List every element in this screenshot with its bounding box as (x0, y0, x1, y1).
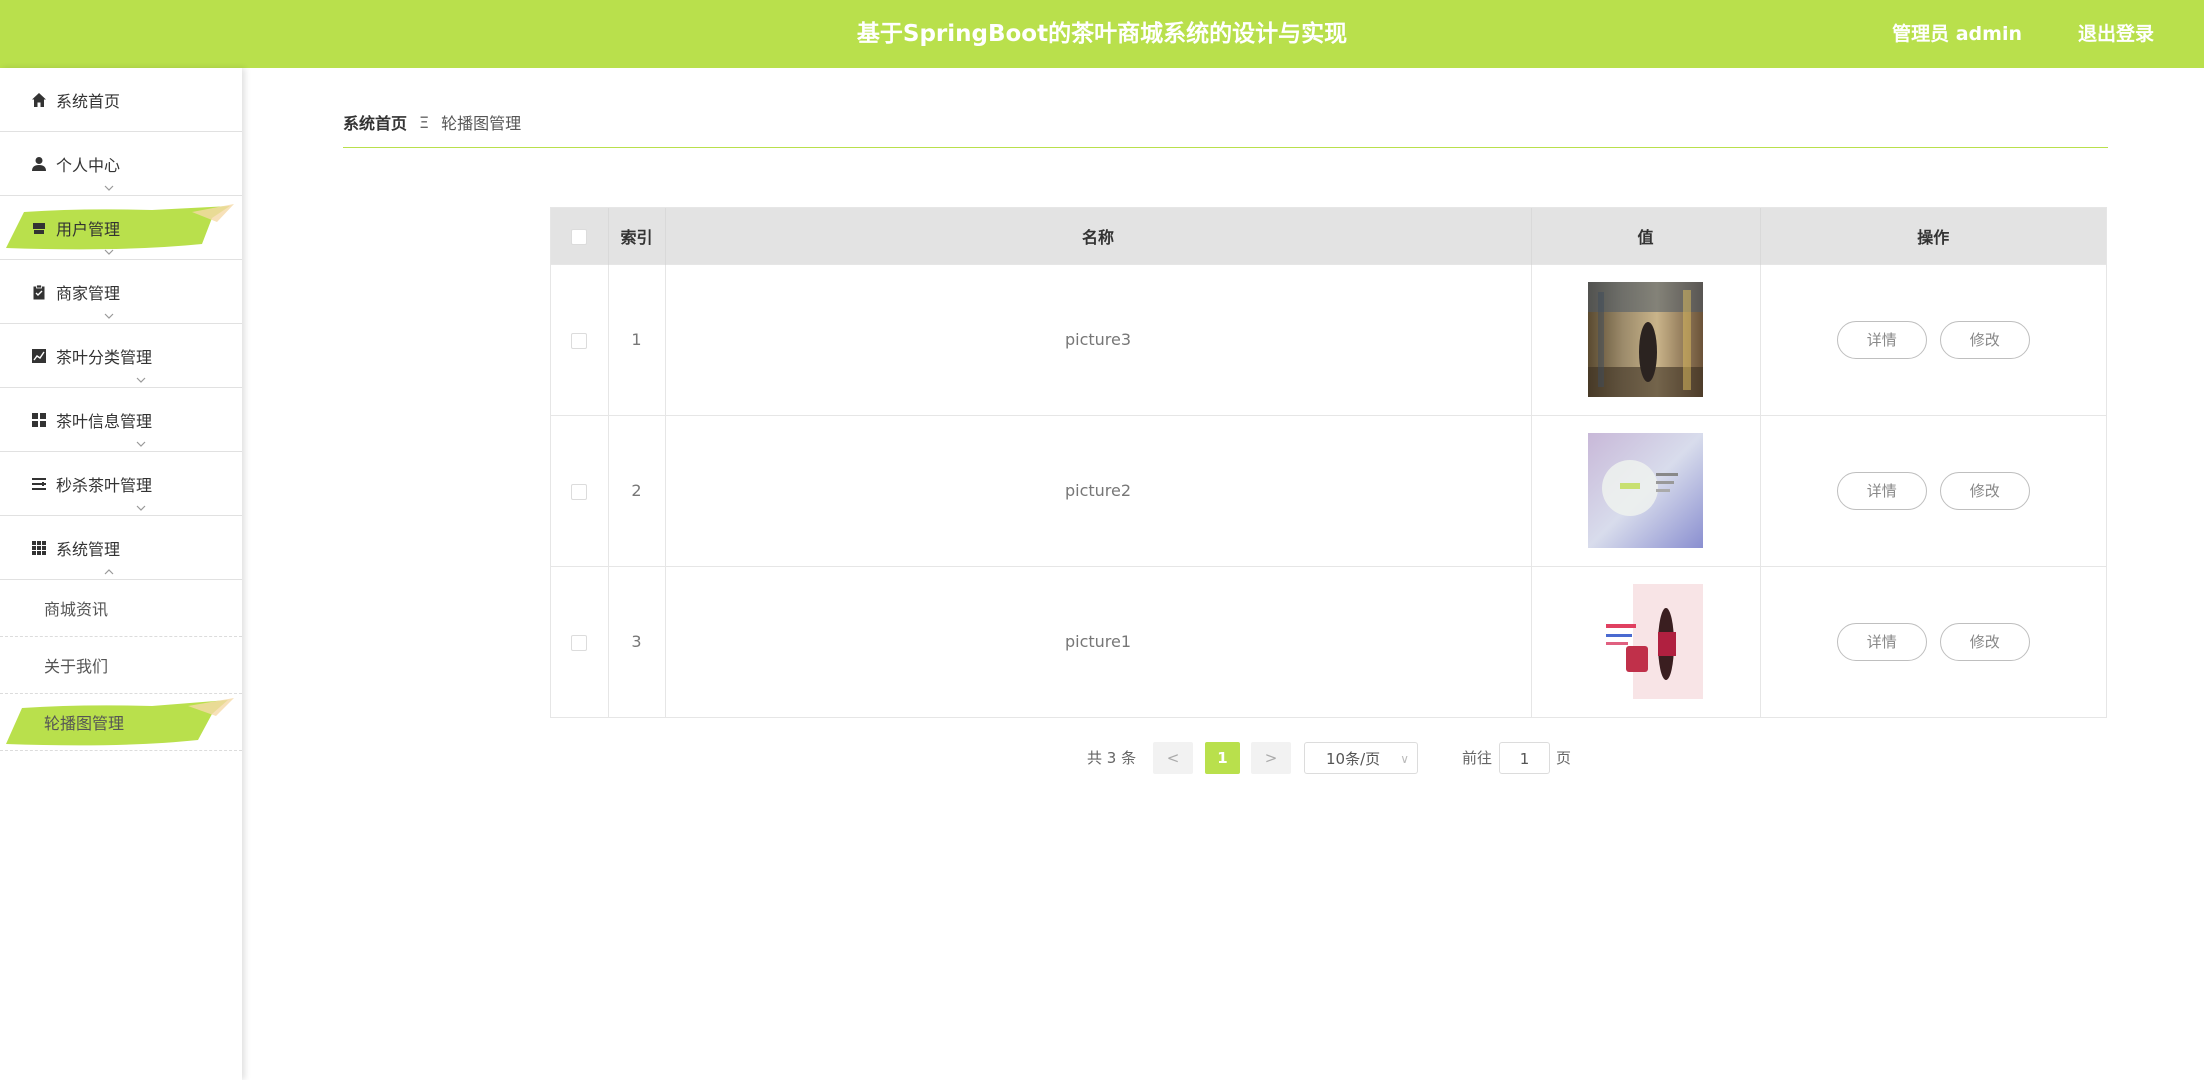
table-row: 2 picture2 详情 修改 (551, 415, 2106, 566)
column-header-name: 名称 (665, 208, 1532, 264)
chevron-down-icon (104, 249, 114, 255)
carousel-image-thumbnail (1588, 282, 1703, 397)
sidebar-subitem-label: 商城资讯 (44, 600, 109, 619)
breadcrumb-home[interactable]: 系统首页 (343, 110, 407, 134)
chevron-down-icon (136, 441, 146, 447)
sidebar-item-home[interactable]: 系统首页 (0, 68, 242, 132)
breadcrumb: 系统首页 Ξ 轮播图管理 (343, 110, 521, 134)
row-index: 2 (608, 415, 666, 566)
select-all-cell (551, 208, 609, 264)
pagination-prev-button[interactable]: < (1153, 742, 1193, 774)
pagination-goto-input[interactable]: 1 (1499, 742, 1550, 774)
pagination: 共 3 条 < 1 > 10条/页 ∨ 前往 1 页 (0, 742, 2204, 776)
sidebar-item-label: 个人中心 (56, 155, 121, 175)
sidebar-item-system[interactable]: 系统管理 (0, 516, 242, 580)
sidebar-subitem-label: 关于我们 (44, 657, 109, 676)
detail-button[interactable]: 详情 (1836, 320, 1927, 359)
row-name: picture2 (665, 415, 1532, 566)
chevron-down-icon (104, 185, 114, 191)
sidebar-subitem-about[interactable]: 关于我们 (0, 637, 242, 694)
sidebar-item-label: 秒杀茶叶管理 (56, 475, 153, 495)
page-size-value: 10条/页 (1326, 750, 1381, 768)
sidebar-item-flash-sale[interactable]: 秒杀茶叶管理 (0, 452, 242, 516)
apps-icon (30, 539, 48, 557)
chevron-down-icon (136, 505, 146, 511)
edit-button[interactable]: 修改 (1939, 320, 2030, 359)
sidebar-item-label: 茶叶分类管理 (56, 347, 153, 367)
table-row: 1 picture3 详情 修改 (551, 264, 2106, 415)
pagination-page-button[interactable]: 1 (1205, 742, 1240, 774)
chevron-down-icon (136, 377, 146, 383)
row-name: picture3 (665, 264, 1532, 415)
sidebar-item-personal[interactable]: 个人中心 (0, 132, 242, 196)
column-header-value: 值 (1531, 208, 1761, 264)
top-bar: 基于SpringBoot的茶叶商城系统的设计与实现 管理员 admin 退出登录 (0, 0, 2204, 68)
app-title: 基于SpringBoot的茶叶商城系统的设计与实现 (856, 21, 1348, 47)
clipboard-icon (30, 283, 48, 301)
carousel-image-thumbnail (1588, 584, 1703, 700)
row-name: picture1 (665, 566, 1532, 717)
row-checkbox[interactable] (571, 483, 588, 500)
row-checkbox[interactable] (571, 634, 588, 651)
chevron-down-icon: ∨ (1400, 752, 1409, 766)
list-icon (30, 475, 48, 493)
edit-button[interactable]: 修改 (1939, 622, 2030, 661)
table-row: 3 picture1 详情 修改 (551, 566, 2106, 717)
grid-icon (30, 411, 48, 429)
sidebar-item-merchants[interactable]: 商家管理 (0, 260, 242, 324)
sidebar-item-users[interactable]: 用户管理 (0, 196, 242, 260)
breadcrumb-divider (343, 147, 2108, 148)
carousel-image-thumbnail (1588, 433, 1703, 548)
sidebar: 系统首页 个人中心 用户管理 商家管理 茶叶分类管理 茶叶信息管理 秒杀茶叶管理… (0, 68, 242, 1080)
home-icon (30, 91, 48, 109)
select-all-checkbox[interactable] (571, 228, 588, 245)
carousel-table: 索引 名称 值 操作 1 picture3 详情 修改 2 picture2 详… (550, 207, 2107, 718)
sidebar-item-label: 系统管理 (56, 539, 121, 559)
sidebar-subitem-label: 轮播图管理 (44, 714, 125, 733)
chevron-up-icon (104, 569, 114, 575)
page-size-select[interactable]: 10条/页 ∨ (1304, 742, 1418, 774)
logout-link[interactable]: 退出登录 (2078, 0, 2154, 68)
row-checkbox[interactable] (571, 332, 588, 349)
row-index: 3 (608, 566, 666, 717)
detail-button[interactable]: 详情 (1836, 471, 1927, 510)
detail-button[interactable]: 详情 (1836, 622, 1927, 661)
store-icon (30, 219, 48, 237)
sidebar-item-label: 系统首页 (56, 91, 121, 111)
sidebar-subitem-news[interactable]: 商城资讯 (0, 580, 242, 637)
chevron-down-icon (104, 313, 114, 319)
sidebar-item-label: 茶叶信息管理 (56, 411, 153, 431)
pagination-total: 共 3 条 (1087, 749, 1137, 767)
pagination-next-button[interactable]: > (1251, 742, 1291, 774)
table-header-row: 索引 名称 值 操作 (551, 208, 2106, 264)
sidebar-item-tea-categories[interactable]: 茶叶分类管理 (0, 324, 242, 388)
column-header-actions: 操作 (1917, 227, 1950, 247)
current-user: 管理员 admin (1892, 23, 2022, 45)
breadcrumb-current: 轮播图管理 (441, 114, 522, 133)
user-icon (30, 155, 48, 173)
edit-button[interactable]: 修改 (1939, 471, 2030, 510)
chart-icon (30, 347, 48, 365)
column-header-index: 索引 (608, 208, 666, 264)
row-index: 1 (608, 264, 666, 415)
pagination-page-suffix: 页 (1556, 749, 1572, 767)
sidebar-item-label: 商家管理 (56, 283, 121, 303)
sidebar-item-label: 用户管理 (56, 219, 121, 239)
pagination-goto-label: 前往 (1462, 749, 1493, 767)
breadcrumb-separator-icon: Ξ (419, 112, 430, 132)
sidebar-item-tea-info[interactable]: 茶叶信息管理 (0, 388, 242, 452)
